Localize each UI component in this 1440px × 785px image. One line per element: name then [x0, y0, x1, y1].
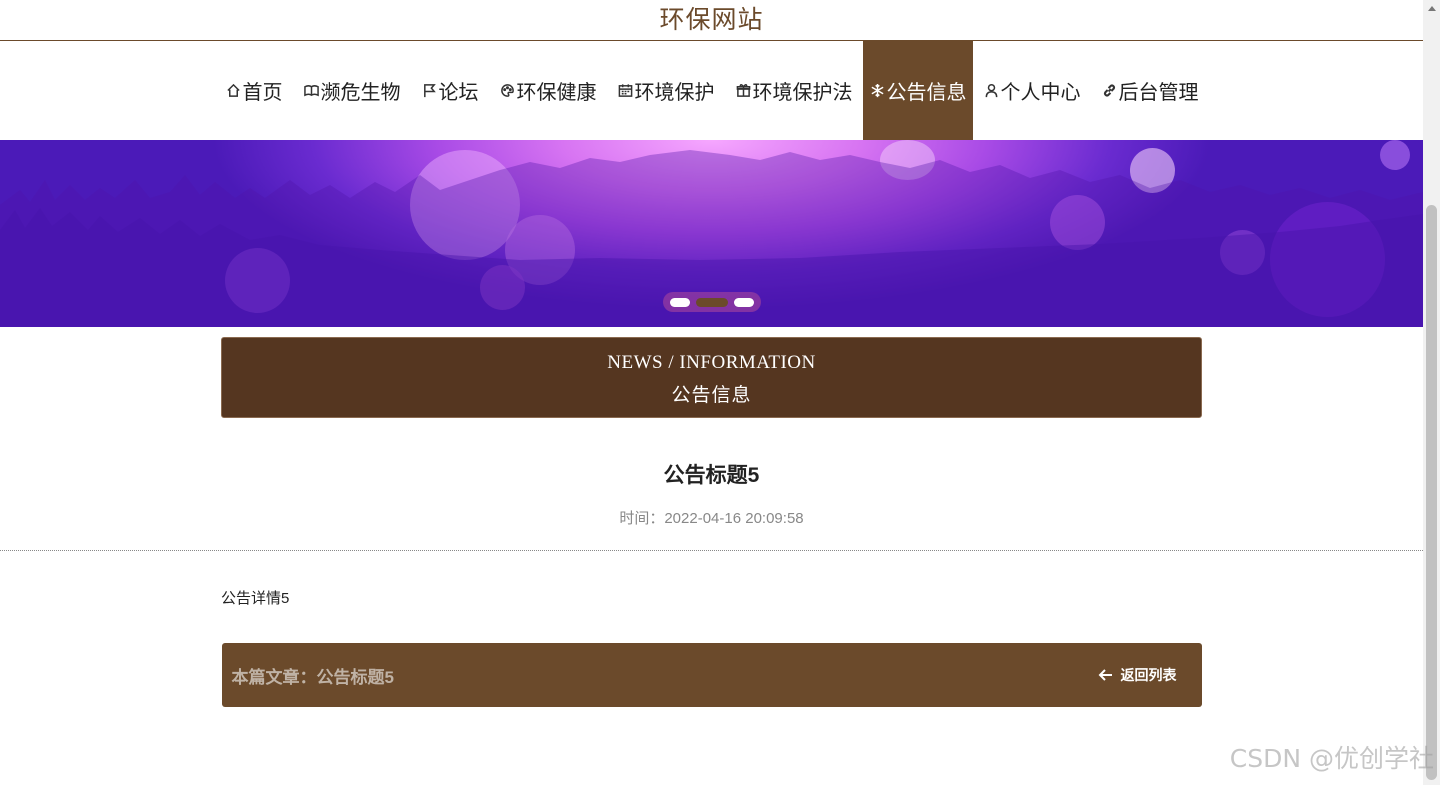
- section-title-en: NEWS / INFORMATION: [607, 352, 816, 373]
- link-icon: [1101, 82, 1118, 99]
- nav-label: 环保健康: [516, 82, 597, 104]
- carousel-dots: [663, 292, 761, 312]
- section-header: NEWS / INFORMATION 公告信息: [221, 337, 1202, 418]
- carousel-dot-active[interactable]: [696, 297, 728, 307]
- article-footer-bar: 本篇文章：公告标题5 返回列表: [221, 643, 1202, 707]
- back-to-list-button[interactable]: 返回列表: [1098, 665, 1177, 685]
- page: 环保网站 首页 濒危生物 论坛 环保健康 环境保护 环境保护法 公告信息 个人中…: [0, 0, 1423, 785]
- divider: [0, 550, 1423, 551]
- nav-label: 环境保护: [634, 82, 715, 104]
- banner-carousel[interactable]: [0, 140, 1423, 327]
- home-icon: [225, 82, 242, 99]
- nav-label: 公告信息: [886, 82, 967, 104]
- nav-item-notice[interactable]: 公告信息: [862, 41, 973, 140]
- snowflake-icon: [869, 82, 886, 99]
- nav-item-health[interactable]: 环保健康: [489, 41, 607, 140]
- arrow-left-icon: [1098, 669, 1112, 681]
- gift-icon: [735, 82, 752, 99]
- main-nav: 首页 濒危生物 论坛 环保健康 环境保护 环境保护法 公告信息 个人中心 后台管…: [0, 41, 1423, 140]
- nav-item-profile[interactable]: 个人中心: [973, 41, 1091, 140]
- nav-label: 个人中心: [1000, 82, 1081, 104]
- scrollbar[interactable]: [1423, 0, 1440, 785]
- carousel-dot[interactable]: [670, 297, 690, 307]
- current-article: 本篇文章：公告标题5: [231, 667, 394, 687]
- scrollbar-thumb[interactable]: [1426, 205, 1437, 780]
- scroll-up-arrow[interactable]: [1423, 0, 1440, 17]
- nav-label: 后台管理: [1118, 82, 1199, 104]
- section-title-cn: 公告信息: [671, 385, 752, 406]
- nav-label: 濒危生物: [320, 82, 401, 104]
- article-body: 公告详情5: [221, 590, 290, 607]
- site-header: 环保网站: [0, 0, 1423, 41]
- nav-item-forum[interactable]: 论坛: [411, 41, 489, 140]
- book-icon: [303, 82, 320, 99]
- site-title: 环保网站: [659, 6, 764, 34]
- back-label: 返回列表: [1120, 667, 1177, 683]
- flag-icon: [421, 82, 438, 99]
- watermark: CSDN @优创学社: [1229, 744, 1434, 773]
- nav-item-endangered[interactable]: 濒危生物: [293, 41, 411, 140]
- nav-label: 首页: [242, 82, 283, 104]
- article-title: 公告标题5: [663, 464, 760, 487]
- nav-item-protection[interactable]: 环境保护: [607, 41, 725, 140]
- palette-icon: [499, 82, 516, 99]
- nav-item-law[interactable]: 环境保护法: [725, 41, 863, 140]
- carousel-dot[interactable]: [734, 297, 754, 307]
- calendar-icon: [617, 82, 634, 99]
- nav-label: 论坛: [438, 82, 479, 104]
- nav-item-admin[interactable]: 后台管理: [1091, 41, 1209, 140]
- nav-item-home[interactable]: 首页: [215, 41, 293, 140]
- nav-label: 环境保护法: [752, 82, 853, 104]
- article-time: 时间：2022-04-16 20:09:58: [619, 510, 804, 527]
- user-icon: [983, 82, 1000, 99]
